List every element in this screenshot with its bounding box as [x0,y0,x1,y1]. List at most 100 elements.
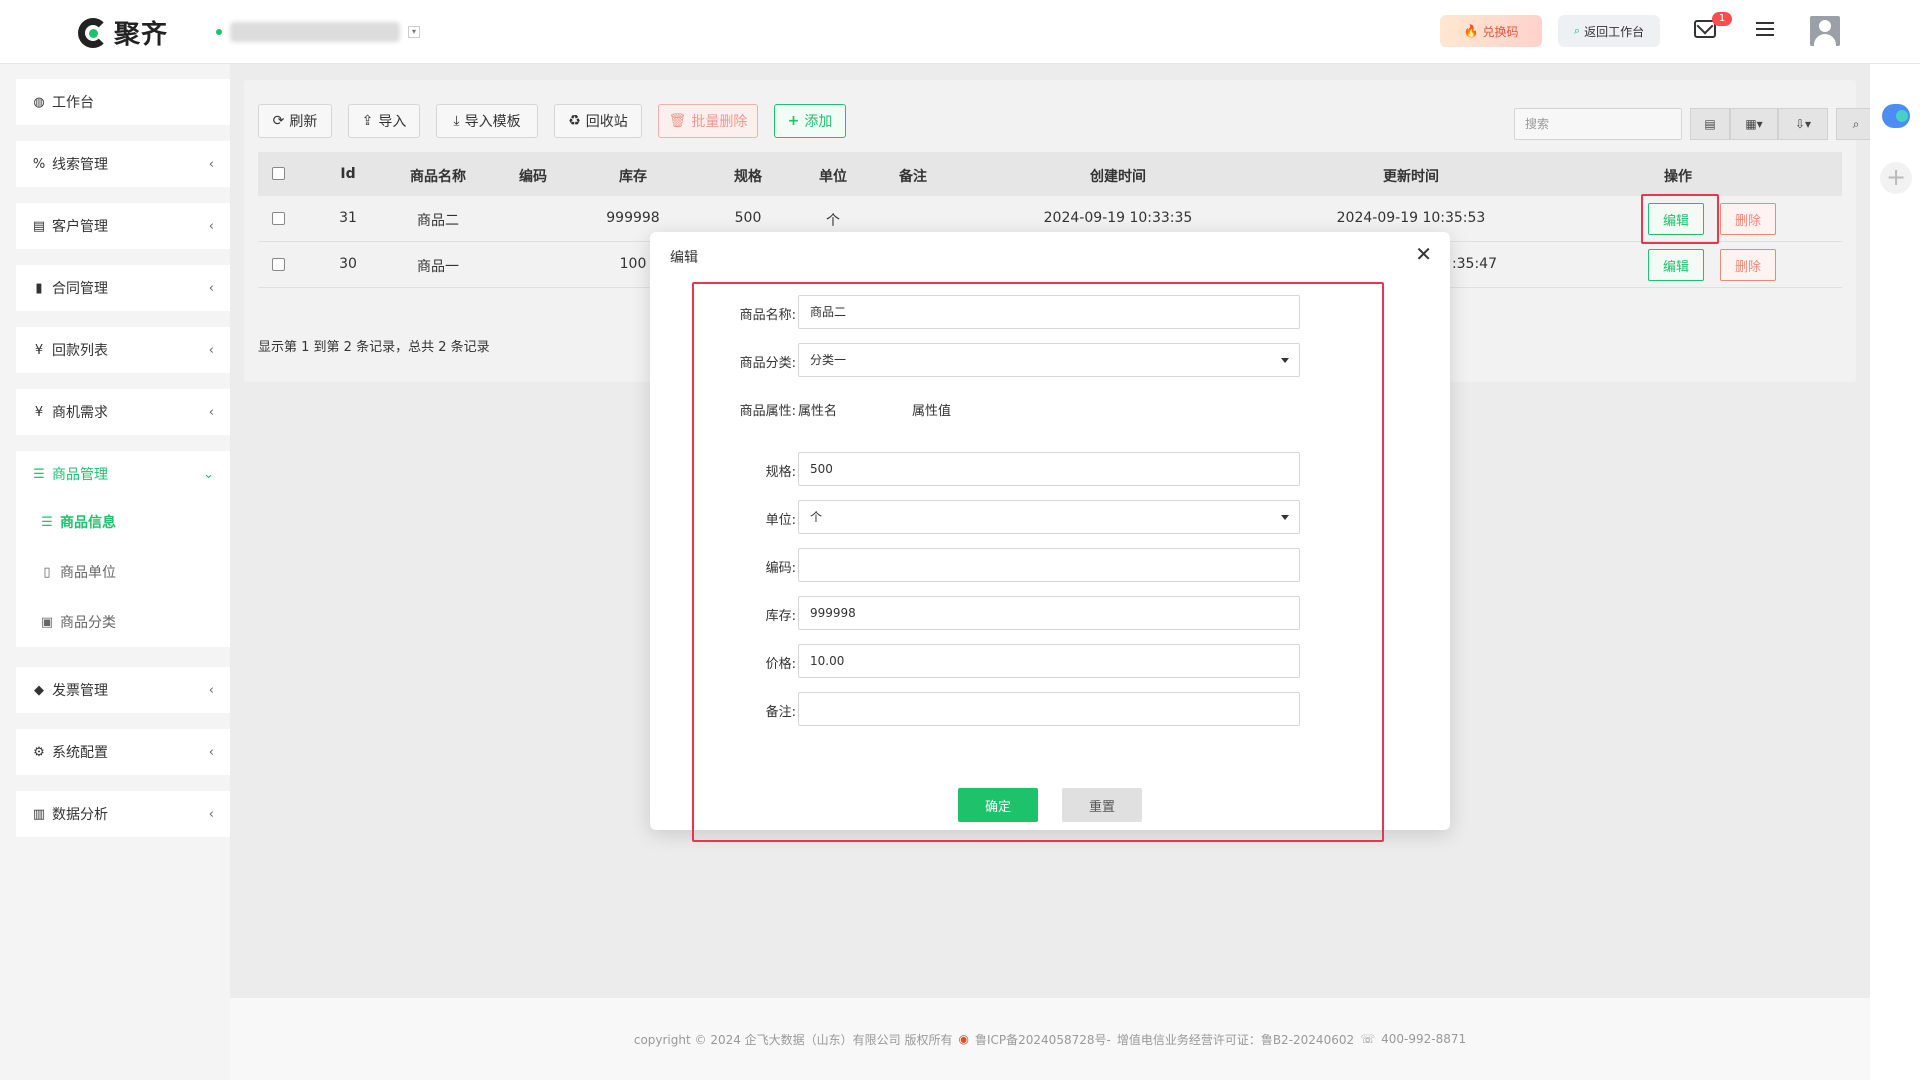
sidebar-item-opportunities[interactable]: ¥ 商机需求 ‹ [16,389,230,435]
column-header[interactable]: 规格 [718,166,778,186]
sidebar-item-label: 商机需求 [52,405,108,421]
sidebar-item-products[interactable]: ☰ 商品管理 ⌄ [16,451,230,497]
refresh-icon: ⟳ [272,113,285,129]
chat-assistant-icon[interactable] [1882,104,1910,128]
sidebar-subitem-product-info[interactable]: ☰ 商品信息 [16,497,230,547]
yen-icon: ¥ [34,404,44,420]
sidebar-item-payments[interactable]: ¥ 回款列表 ‹ [16,327,230,373]
column-header[interactable]: 创建时间 [1038,166,1198,186]
yen-icon: ¥ [34,342,44,358]
recycle-bin-button[interactable]: ♻ 回收站 [554,104,642,138]
sidebar-item-invoices[interactable]: ◆ 发票管理 ‹ [16,667,230,713]
row-checkbox[interactable] [272,212,285,225]
sidebar-subitem-label: 商品单位 [60,565,116,581]
chevron-left-icon: ‹ [208,404,214,420]
search-input[interactable]: 搜索 [1514,108,1682,140]
back-label: 返回工作台 [1584,24,1645,39]
sidebar-item-leads[interactable]: % 线索管理 ‹ [16,141,230,187]
list-view-icon: ▤ [1704,117,1716,131]
cell-name: 商品一 [417,259,459,275]
icp-link[interactable]: 鲁ICP备2024058728号- [975,1031,1111,1048]
mail-badge: 1 [1712,12,1732,26]
brand-name: 聚齐 [114,20,169,50]
import-template-label: 导入模板 [464,114,521,130]
phone-text: 400-992-8871 [1381,1032,1467,1046]
columns-icon: ▦▾ [1745,117,1763,131]
avatar[interactable] [1810,16,1840,46]
import-button[interactable]: ⇪ 导入 [348,104,420,138]
sidebar-item-label: 系统配置 [52,745,108,761]
cell-name: 商品二 [417,213,459,229]
sidebar-item-label: 客户管理 [52,219,108,235]
import-label: 导入 [378,114,407,130]
id-card-icon: ▤ [32,218,46,234]
search-small-icon: ⌕ [1573,24,1581,37]
refresh-label: 刷新 [289,114,318,130]
chevron-left-icon: ‹ [208,280,214,296]
sidebar-item-label: 数据分析 [52,807,108,823]
export-icon: ⇩▾ [1794,117,1812,131]
sidebar: ◍ 工作台 % 线索管理 ‹ ▤ 客户管理 ‹ ▮ 合同管理 ‹ ¥ 回款列表 … [0,64,230,1080]
brand-logo[interactable]: 聚齐 [78,14,168,51]
hamburger-menu-icon[interactable] [1756,22,1774,36]
chevron-left-icon: ‹ [208,806,214,822]
sidebar-subitem-product-category[interactable]: ▣ 商品分类 [16,597,230,647]
dashboard-icon: ◍ [33,94,45,110]
trash-icon: 🗑 [668,113,687,129]
sidebar-item-workbench[interactable]: ◍ 工作台 [16,79,230,125]
column-header[interactable]: 库存 [598,166,668,186]
batch-delete-label: 批量删除 [691,114,748,130]
redeem-code-button[interactable]: 🔥 兑换码 [1440,15,1542,47]
company-switcher[interactable]: ▾ [216,22,420,42]
recycle-icon: ♻ [568,113,581,129]
tag-icon: ◆ [34,682,44,698]
row-checkbox[interactable] [272,258,285,271]
add-shortcut-icon[interactable]: + [1880,162,1912,194]
chevron-left-icon: ‹ [208,156,214,172]
chevron-left-icon: ‹ [208,342,214,358]
column-header[interactable]: 单位 [803,166,863,186]
sidebar-item-customers[interactable]: ▤ 客户管理 ‹ [16,203,230,249]
sidebar-item-label: 合同管理 [52,281,108,297]
delete-button[interactable]: 删除 [1720,203,1776,235]
refresh-button[interactable]: ⟳ 刷新 [258,104,332,138]
column-header[interactable]: Id [318,166,378,182]
toggle-view-button[interactable]: ▤ [1690,108,1730,140]
columns-dropdown-button[interactable]: ▦▾ [1730,108,1778,140]
import-template-button[interactable]: ⤓ 导入模板 [436,104,538,138]
sidebar-subitem-label: 商品信息 [60,515,116,531]
sidebar-item-settings[interactable]: ⚙ 系统配置 ‹ [16,729,230,775]
cell-unit: 个 [826,213,840,229]
cell-id: 30 [339,256,357,272]
sidebar-item-analytics[interactable]: ▥ 数据分析 ‹ [16,791,230,837]
add-label: 添加 [804,114,833,130]
document-icon: ▯ [43,564,51,580]
column-header[interactable]: 编码 [503,166,563,186]
select-all-checkbox[interactable] [272,167,285,180]
edit-button[interactable]: 编辑 [1648,249,1704,281]
column-header[interactable]: 备注 [883,166,943,186]
delete-button[interactable]: 删除 [1720,249,1776,281]
add-button[interactable]: + 添加 [774,104,846,138]
batch-delete-button[interactable]: 🗑 批量删除 [658,104,758,138]
caret-down-icon[interactable]: ▾ [408,26,420,38]
sidebar-item-label: 回款列表 [52,343,108,359]
column-header[interactable]: 商品名称 [388,166,488,186]
license-text: 增值电信业务经营许可证：鲁B2-20240602 [1116,1032,1355,1047]
cell-updated: 2024-09-19 10:35:53 [1336,210,1486,226]
status-dot-icon [216,29,222,35]
logo-mark-icon [78,17,108,48]
chevron-left-icon: ‹ [208,218,214,234]
back-to-workbench-button[interactable]: ⌕ 返回工作台 [1558,15,1660,47]
export-dropdown-button[interactable]: ⇩▾ [1778,108,1828,140]
form-highlight-box [692,282,1384,842]
column-header[interactable]: 更新时间 [1331,166,1491,186]
sidebar-item-contracts[interactable]: ▮ 合同管理 ‹ [16,265,230,311]
close-icon[interactable]: ✕ [1415,242,1432,266]
table-header: Id 商品名称 编码 库存 规格 单位 备注 创建时间 更新时间 操作 [258,152,1842,196]
right-rail: + [1870,64,1920,1080]
download-icon: ⤓ [453,113,460,129]
sidebar-item-label: 发票管理 [52,683,108,699]
sidebar-subitem-product-unit[interactable]: ▯ 商品单位 [16,547,230,597]
footer: copyright © 2024 企飞大数据（山东）有限公司 版权所有 ◉ 鲁I… [230,998,1870,1080]
